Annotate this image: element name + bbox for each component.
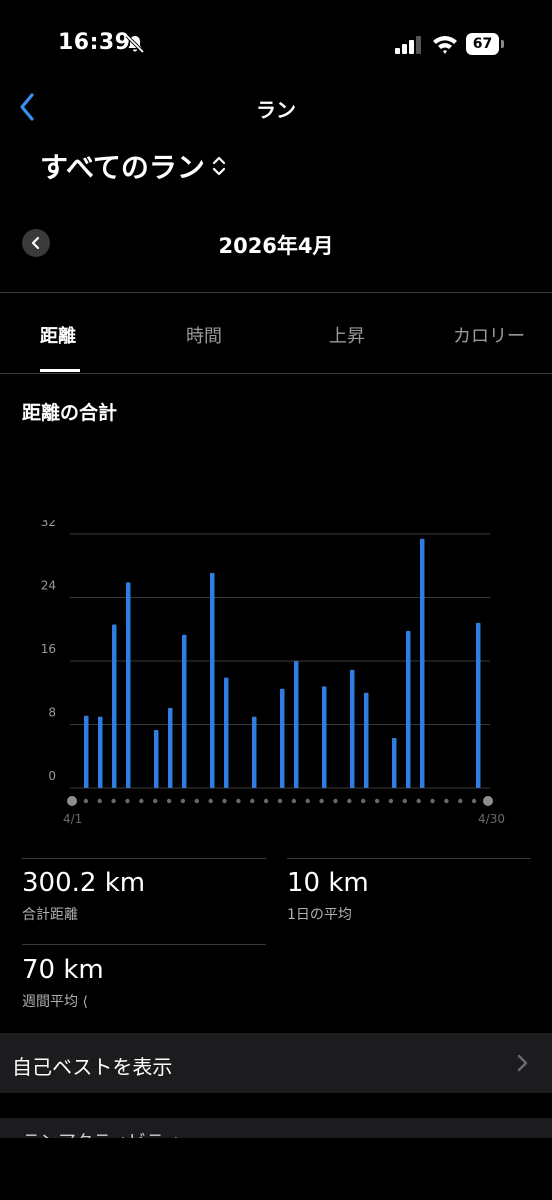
x-end-label: 4/30 (478, 812, 505, 826)
chevron-right-icon (517, 1054, 528, 1072)
day-dot (166, 798, 172, 804)
battery-level: 67 (466, 33, 499, 55)
page-title: ラン (256, 98, 296, 122)
stat-value: 10 km (287, 868, 369, 898)
day-dot (361, 798, 366, 804)
day-dot (125, 798, 130, 804)
stat-weekly-average: 70 km 週間平均 ⟨ (22, 955, 104, 1011)
day-dot (277, 798, 283, 804)
bar (154, 730, 159, 788)
day-dot (471, 798, 477, 804)
day-dot (319, 798, 324, 804)
bar (126, 582, 131, 788)
bar (112, 624, 117, 788)
day-dot (111, 798, 116, 804)
personal-best-label: 自己ベストを表示 (12, 1055, 173, 1079)
stat-label: 1日の平均 (287, 907, 352, 923)
day-dot (291, 798, 297, 804)
day-dot (305, 798, 310, 804)
day-dot (83, 798, 89, 804)
stat-value: 300.2 km (22, 868, 146, 898)
bar (420, 538, 425, 788)
bell-muted-icon (125, 34, 145, 54)
bar (406, 630, 411, 788)
bar (392, 737, 397, 788)
range-handle (483, 796, 493, 806)
divider (287, 858, 531, 859)
day-dot (416, 798, 421, 804)
day-dot (222, 798, 227, 804)
divider (0, 373, 552, 374)
metric-tabs: 距離 時間 上昇 カロリー (0, 314, 552, 354)
tab-calories[interactable]: カロリー (453, 322, 525, 348)
tab-elevation[interactable]: 上昇 (329, 322, 365, 348)
day-dot (180, 798, 186, 804)
run-filter-label: すべてのラン (40, 151, 205, 184)
day-dot (153, 798, 158, 804)
bar (364, 692, 369, 788)
day-dot (374, 798, 380, 804)
run-activity-label: ランアクティビティ (22, 1128, 181, 1138)
bar (476, 622, 481, 788)
bar (224, 677, 229, 788)
bar (84, 715, 89, 788)
bar (168, 707, 173, 788)
day-dot (263, 798, 269, 804)
stat-total-distance: 300.2 km 合計距離 (22, 868, 145, 924)
month-label: 2026年4月 (218, 234, 334, 258)
bar (322, 686, 327, 788)
day-dot (388, 798, 394, 804)
run-filter-selector[interactable]: すべてのラン (40, 148, 227, 184)
battery-cap (501, 40, 504, 48)
bar (252, 716, 257, 788)
y-tick-label: 0 (48, 769, 56, 783)
bar (280, 688, 285, 788)
personal-best-row[interactable]: 自己ベストを表示 (0, 1033, 552, 1093)
status-time: 16:39 (58, 30, 131, 55)
stat-label: 合計距離 (22, 907, 78, 923)
distance-bar-chart[interactable]: 0 8 16 24 32 4/1 4/30 (0, 520, 552, 830)
tab-time[interactable]: 時間 (186, 322, 222, 348)
day-dot (458, 798, 463, 804)
cellular-signal-icon (395, 36, 421, 54)
day-dot (139, 798, 144, 804)
y-tick-label: 32 (41, 520, 56, 529)
x-start-label: 4/1 (63, 812, 82, 826)
day-dot (208, 798, 213, 804)
day-dot (402, 798, 407, 804)
day-dot (333, 798, 338, 804)
bar (182, 634, 187, 788)
day-dot (97, 798, 102, 804)
divider (0, 292, 552, 293)
day-dot (250, 798, 255, 804)
y-tick-label: 16 (41, 642, 56, 656)
day-dot (430, 798, 435, 804)
bar (98, 716, 103, 788)
section-title: 距離の合計 (22, 402, 118, 424)
active-tab-indicator (40, 369, 80, 372)
day-dot (444, 798, 449, 804)
day-dot (347, 798, 352, 804)
status-bar: 16:39 67 (0, 0, 552, 90)
bar (210, 572, 215, 788)
wifi-icon (433, 36, 457, 54)
tab-distance[interactable]: 距離 (40, 322, 76, 348)
divider (22, 858, 266, 859)
y-tick-label: 24 (41, 579, 56, 593)
updown-chevron-icon (212, 156, 226, 176)
divider (22, 944, 266, 945)
stat-value: 70 km (22, 955, 104, 985)
stat-daily-average: 10 km 1日の平均 (287, 868, 369, 924)
day-dot (194, 798, 199, 804)
stat-label: 週間平均 ⟨ (22, 994, 88, 1010)
y-tick-label: 8 (48, 706, 56, 720)
battery-indicator: 67 (466, 33, 504, 55)
bar (294, 661, 299, 788)
range-handle (67, 796, 77, 806)
bar (350, 669, 355, 788)
day-dot (236, 798, 241, 804)
run-activity-card[interactable]: ランアクティビティ (0, 1118, 552, 1138)
